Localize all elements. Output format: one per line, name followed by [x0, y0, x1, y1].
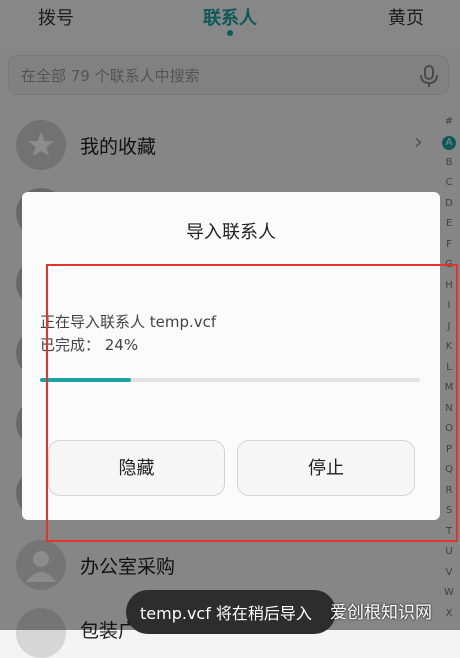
toast-text: temp.vcf 将在稍后导入	[140, 604, 312, 623]
highlight-box	[46, 264, 458, 542]
watermark: 爱创根知识网	[330, 603, 432, 623]
toast: temp.vcf 将在稍后导入	[126, 590, 336, 634]
dialog-title: 导入联系人	[186, 222, 276, 243]
